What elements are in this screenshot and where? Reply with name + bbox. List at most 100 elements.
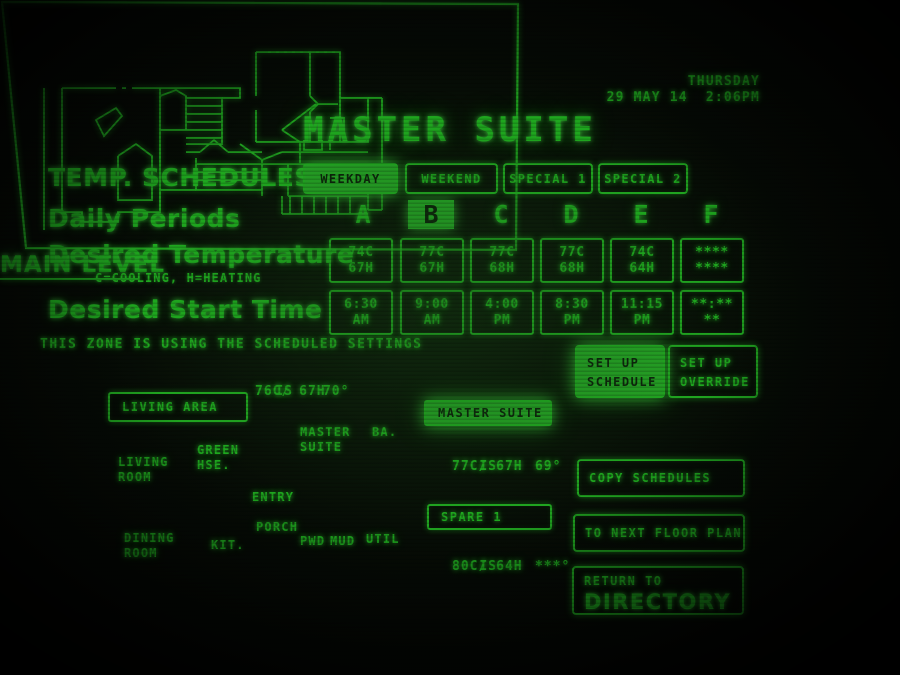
- period-header-f[interactable]: F: [688, 200, 734, 229]
- temp-heat-f: ****: [695, 260, 729, 276]
- time-ampm-a: AM: [352, 312, 370, 328]
- date-label: 29 MAY 14: [606, 90, 688, 105]
- zone-button-master-suite-label: MASTER SUITE: [438, 406, 543, 420]
- time-cell-f[interactable]: **:** **: [680, 290, 744, 335]
- tab-special-2-label: SPECIAL 2: [604, 171, 682, 186]
- time-cell-c[interactable]: 4:00 PM: [470, 290, 534, 335]
- time-ampm-d: PM: [563, 312, 581, 328]
- return-to-label: RETURN TO: [584, 574, 663, 588]
- period-letter-b: B: [423, 200, 439, 229]
- period-letter-a: A: [355, 200, 371, 229]
- temp-cell-f[interactable]: **** ****: [680, 238, 744, 283]
- period-header-c[interactable]: C: [478, 200, 524, 229]
- room-label-kit: KIT.: [211, 538, 245, 552]
- room-label-dining-room: DINING ROOM: [124, 531, 175, 560]
- period-header-e[interactable]: E: [618, 200, 664, 229]
- time-ampm-f: **: [703, 312, 721, 328]
- time-value-a: 6:30: [344, 296, 378, 312]
- copy-schedules-label: COPY SCHEDULES: [589, 470, 712, 485]
- time-value-b: 9:00: [415, 296, 449, 312]
- temp-cell-e[interactable]: 74C 64H: [610, 238, 674, 283]
- temp-cool-b: 77C: [419, 244, 445, 260]
- period-letter-f: F: [703, 200, 719, 229]
- daily-periods-label: Daily Periods: [48, 204, 241, 233]
- tab-weekend[interactable]: WEEKEND: [405, 163, 498, 194]
- period-header-a[interactable]: A: [340, 200, 386, 229]
- living-area-is-value: 70°: [322, 384, 350, 399]
- time-cell-a[interactable]: 6:30 AM: [329, 290, 393, 335]
- room-label-pwd: PWD: [300, 534, 326, 548]
- set-up-schedule-line1: SET UP: [587, 356, 640, 370]
- spare-1-setpoints: 80C/ 64H: [452, 559, 523, 574]
- page-title: MASTER SUITE: [303, 110, 597, 150]
- time-cell-e[interactable]: 11:15 PM: [610, 290, 674, 335]
- set-up-override-line2: OVERRIDE: [680, 375, 750, 389]
- room-label-entry: ENTRY: [252, 490, 295, 504]
- zone-button-spare-1[interactable]: SPARE 1: [427, 504, 552, 530]
- living-area-setpoints: 76C/ 67H: [255, 384, 326, 399]
- desired-temperature-label: Desired Temperature: [48, 240, 355, 269]
- directory-label: DIRECTORY: [584, 590, 732, 614]
- room-label-ba: BA.: [372, 425, 398, 439]
- temp-heat-c: 68H: [489, 260, 515, 276]
- time-value-f: **:**: [690, 296, 734, 312]
- temp-cell-b[interactable]: 77C 67H: [400, 238, 464, 283]
- temp-heat-d: 68H: [559, 260, 585, 276]
- master-suite-setpoints: 77C/ 67H: [452, 459, 523, 474]
- time-ampm-b: AM: [423, 312, 441, 328]
- zone-status-text: THIS ZONE IS USING THE SCHEDULED SETTING…: [40, 337, 423, 352]
- temp-cool-d: 77C: [559, 244, 585, 260]
- temp-cell-a[interactable]: 74C 67H: [329, 238, 393, 283]
- period-header-d[interactable]: D: [548, 200, 594, 229]
- temp-cell-d[interactable]: 77C 68H: [540, 238, 604, 283]
- room-label-util: UTIL: [366, 532, 400, 546]
- zone-button-master-suite[interactable]: MASTER SUITE: [424, 400, 552, 426]
- time-cell-b[interactable]: 9:00 AM: [400, 290, 464, 335]
- set-up-override-button[interactable]: SET UP OVERRIDE: [668, 345, 758, 398]
- room-label-master-suite: MASTER SUITE: [300, 425, 351, 454]
- crt-screen: THURSDAY 29 MAY 14 2:06PM MASTER SUITE TE…: [0, 0, 900, 675]
- time-label: 2:06PM: [705, 90, 760, 105]
- desired-start-time-label: Desired Start Time: [48, 295, 323, 324]
- time-value-e: 11:15: [620, 296, 664, 312]
- copy-schedules-button[interactable]: COPY SCHEDULES: [577, 459, 745, 497]
- room-label-green-hse: GREEN HSE.: [197, 443, 240, 472]
- temp-heat-b: 67H: [419, 260, 445, 276]
- time-cell-d[interactable]: 8:30 PM: [540, 290, 604, 335]
- temp-schedules-label: TEMP. SCHEDULES: [48, 163, 313, 192]
- tab-special-1[interactable]: SPECIAL 1: [503, 163, 593, 194]
- room-label-mud: MUD: [330, 534, 356, 548]
- master-suite-is-value: 69°: [534, 459, 562, 474]
- cooling-heating-key: C=COOLING, H=HEATING: [95, 271, 262, 285]
- tab-special-1-label: SPECIAL 1: [509, 171, 587, 186]
- tab-weekday-label: WEEKDAY: [320, 171, 381, 186]
- temp-cool-f: ****: [695, 244, 729, 260]
- zone-button-spare-1-label: SPARE 1: [441, 510, 503, 524]
- temp-cool-e: 74C: [629, 244, 655, 260]
- time-value-c: 4:00: [485, 296, 519, 312]
- day-of-week-label: THURSDAY: [687, 74, 760, 89]
- period-letter-d: D: [563, 200, 579, 229]
- period-letter-e: E: [633, 200, 649, 229]
- temp-cool-c: 77C: [489, 244, 515, 260]
- room-label-porch: PORCH: [256, 520, 299, 534]
- set-up-schedule-line2: SCHEDULE: [587, 375, 657, 389]
- set-up-schedule-button[interactable]: SET UP SCHEDULE: [575, 345, 665, 398]
- temp-cell-c[interactable]: 77C 68H: [470, 238, 534, 283]
- set-up-override-line1: SET UP: [680, 356, 733, 370]
- return-to-directory-button[interactable]: RETURN TO DIRECTORY: [572, 566, 744, 615]
- zone-button-living-area-label: LIVING AREA: [122, 400, 218, 414]
- time-value-d: 8:30: [555, 296, 589, 312]
- time-ampm-c: PM: [493, 312, 511, 328]
- tab-special-2[interactable]: SPECIAL 2: [598, 163, 688, 194]
- datetime-display: THURSDAY 29 MAY 14 2:06PM: [585, 74, 760, 106]
- period-header-b[interactable]: B: [408, 200, 454, 229]
- temp-heat-a: 67H: [348, 260, 374, 276]
- tab-weekday[interactable]: WEEKDAY: [303, 163, 398, 194]
- room-label-living-room: LIVING ROOM: [118, 455, 169, 484]
- to-next-floor-plan-label: TO NEXT FLOOR PLAN: [585, 525, 743, 540]
- to-next-floor-plan-button[interactable]: TO NEXT FLOOR PLAN: [573, 514, 745, 552]
- zone-button-living-area[interactable]: LIVING AREA: [108, 392, 248, 422]
- tab-weekend-label: WEEKEND: [421, 171, 482, 186]
- temp-heat-e: 64H: [629, 260, 655, 276]
